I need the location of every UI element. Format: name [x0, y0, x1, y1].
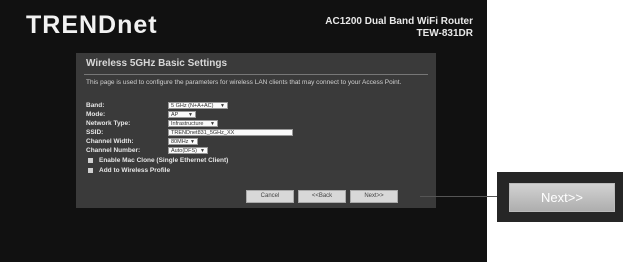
- add-profile-checkbox[interactable]: [88, 168, 93, 173]
- network-type-select[interactable]: Infrastructure ▼: [168, 120, 218, 127]
- mac-clone-checkbox[interactable]: [88, 158, 93, 163]
- mode-select-value: AP: [171, 112, 179, 118]
- chevron-down-icon: ▼: [220, 103, 225, 109]
- channel-width-label: Channel Width:: [86, 138, 134, 145]
- band-select-value: 5 GHz (N+A+AC): [171, 103, 214, 109]
- next-button[interactable]: Next>>: [350, 190, 398, 203]
- cancel-button[interactable]: Cancel: [246, 190, 294, 203]
- chevron-down-icon: ▼: [200, 148, 205, 154]
- channel-number-label: Channel Number:: [86, 147, 141, 154]
- model-line-1: AC1200 Dual Band WiFi Router: [325, 16, 473, 27]
- add-profile-label: Add to Wireless Profile: [99, 167, 171, 174]
- channel-number-select[interactable]: Auto(DFS) ▼: [168, 147, 208, 154]
- page-description: This page is used to configure the param…: [86, 79, 402, 86]
- chevron-down-icon: ▼: [210, 121, 215, 127]
- band-label: Band:: [86, 102, 105, 109]
- title-divider: [84, 74, 428, 75]
- next-button-callout: Next>>: [497, 172, 623, 222]
- ssid-input[interactable]: TRENDnet831_5GHz_XX: [168, 129, 293, 136]
- band-select[interactable]: 5 GHz (N+A+AC) ▼: [168, 102, 228, 109]
- chevron-down-icon: ▼: [190, 139, 195, 145]
- network-type-select-value: Infrastructure: [171, 121, 204, 127]
- callout-connector: [420, 196, 506, 197]
- chevron-down-icon: ▼: [188, 112, 193, 118]
- channel-number-select-value: Auto(DFS): [171, 148, 197, 154]
- channel-width-select-value: 80MHz: [171, 139, 189, 145]
- ssid-input-value: TRENDnet831_5GHz_XX: [171, 130, 235, 136]
- page-title: Wireless 5GHz Basic Settings: [86, 58, 228, 69]
- ssid-label: SSID:: [86, 129, 104, 136]
- callout-next-button: Next>>: [509, 183, 615, 212]
- mode-select[interactable]: AP ▼: [168, 111, 196, 118]
- trendnet-logo: TRENDnet: [26, 11, 158, 39]
- wireless-settings-panel: Wireless 5GHz Basic Settings This page i…: [76, 53, 436, 208]
- mode-label: Mode:: [86, 111, 106, 118]
- mac-clone-option[interactable]: Enable Mac Clone (Single Ethernet Client…: [88, 157, 228, 164]
- back-button[interactable]: <<Back: [298, 190, 346, 203]
- add-profile-option[interactable]: Add to Wireless Profile: [88, 167, 170, 174]
- router-screenshot-frame: TRENDnet AC1200 Dual Band WiFi Router TE…: [0, 0, 487, 262]
- channel-width-select[interactable]: 80MHz ▼: [168, 138, 198, 145]
- model-line-2: TEW-831DR: [416, 28, 473, 39]
- network-type-label: Network Type:: [86, 120, 131, 127]
- mac-clone-label: Enable Mac Clone (Single Ethernet Client…: [99, 157, 229, 164]
- router-model-info: AC1200 Dual Band WiFi Router TEW-831DR: [325, 16, 473, 40]
